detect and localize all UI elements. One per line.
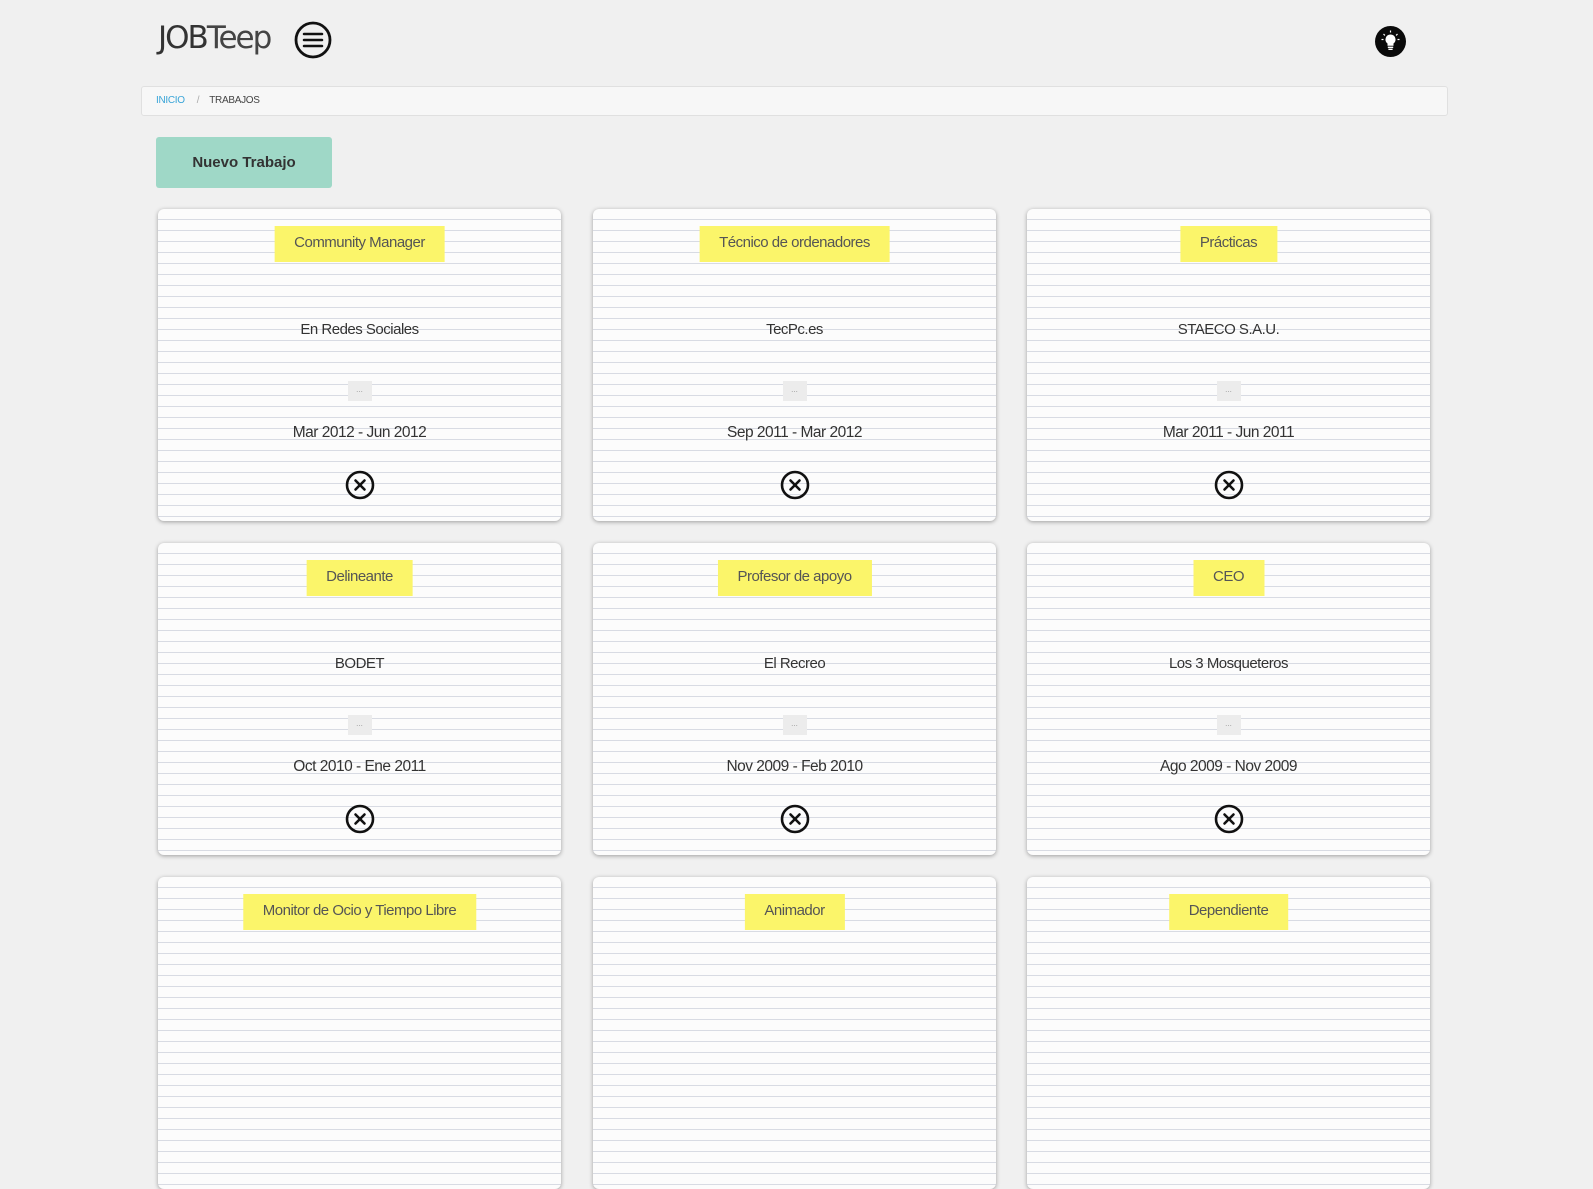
job-dates: Nov 2009 - Feb 2010	[726, 758, 863, 775]
delete-job-button[interactable]	[345, 470, 375, 500]
close-circle-icon	[780, 470, 809, 500]
job-dates: Oct 2010 - Ene 2011	[293, 758, 426, 775]
job-company: En Redes Sociales	[300, 321, 419, 338]
job-company: TecPc.es	[766, 321, 823, 338]
job-description-toggle[interactable]: ...	[1216, 381, 1241, 401]
job-card: Delineante BODET ... Oct 2010 - Ene 2011	[158, 543, 561, 855]
job-title-tag: Prácticas	[1179, 226, 1278, 262]
job-card: CEO Los 3 Mosqueteros ... Ago 2009 - Nov…	[1027, 543, 1430, 855]
job-card: Community Manager En Redes Sociales ... …	[158, 209, 561, 521]
delete-job-button[interactable]	[780, 470, 810, 500]
delete-job-button[interactable]	[345, 804, 375, 834]
job-title-tag: Profesor de apoyo	[717, 560, 872, 596]
logo-part-job: JOB	[158, 20, 209, 56]
close-circle-icon	[1214, 470, 1243, 500]
job-title-tag: Monitor de Ocio y Tiempo Libre	[242, 894, 477, 930]
job-company: BODET	[334, 655, 385, 672]
delete-job-button[interactable]	[780, 804, 810, 834]
new-job-button[interactable]: Nuevo Trabajo	[156, 137, 332, 188]
logo-part-teep: Teep	[206, 20, 272, 56]
job-title-tag: Técnico de ordenadores	[699, 226, 890, 262]
job-dates: Ago 2009 - Nov 2009	[1160, 758, 1298, 775]
job-title-tag: Community Manager	[274, 226, 445, 262]
close-circle-icon	[345, 804, 374, 834]
job-description-toggle[interactable]: ...	[1216, 715, 1241, 735]
job-title-tag: Dependiente	[1168, 894, 1289, 930]
breadcrumb: Inicio / Trabajos	[141, 86, 1448, 116]
job-description-toggle[interactable]: ...	[347, 381, 372, 401]
delete-job-button[interactable]	[1214, 804, 1244, 834]
job-card: Técnico de ordenadores TecPc.es ... Sep …	[593, 209, 996, 521]
job-description-toggle[interactable]: ...	[347, 715, 372, 735]
breadcrumb-current: Trabajos	[209, 95, 260, 106]
close-circle-icon	[780, 804, 809, 834]
job-dates: Mar 2012 - Jun 2012	[292, 424, 427, 441]
job-card: Dependiente	[1027, 877, 1430, 1189]
job-company: Los 3 Mosqueteros	[1168, 655, 1289, 672]
job-company: STAECO S.A.U.	[1177, 321, 1280, 338]
job-card: Animador	[593, 877, 996, 1189]
hamburger-menu-icon[interactable]	[294, 21, 332, 59]
job-card: Prácticas STAECO S.A.U. ... Mar 2011 - J…	[1027, 209, 1430, 521]
job-title-tag: Animador	[744, 894, 845, 930]
job-title-tag: CEO	[1192, 560, 1265, 596]
close-circle-icon	[1214, 804, 1243, 834]
job-card: Monitor de Ocio y Tiempo Libre	[158, 877, 561, 1189]
app-logo[interactable]: JOBTeep	[158, 18, 272, 58]
delete-job-button[interactable]	[1214, 470, 1244, 500]
job-description-toggle[interactable]: ...	[782, 715, 807, 735]
job-dates: Sep 2011 - Mar 2012	[727, 424, 862, 441]
job-title-tag: Delineante	[306, 560, 413, 596]
lightbulb-icon[interactable]	[1375, 26, 1406, 57]
job-description-toggle[interactable]: ...	[782, 381, 807, 401]
job-card: Profesor de apoyo El Recreo ... Nov 2009…	[593, 543, 996, 855]
breadcrumb-home-link[interactable]: Inicio	[156, 95, 185, 106]
breadcrumb-separator: /	[196, 95, 200, 106]
job-dates: Mar 2011 - Jun 2011	[1162, 424, 1295, 441]
close-circle-icon	[345, 470, 374, 500]
job-company: El Recreo	[763, 655, 826, 672]
